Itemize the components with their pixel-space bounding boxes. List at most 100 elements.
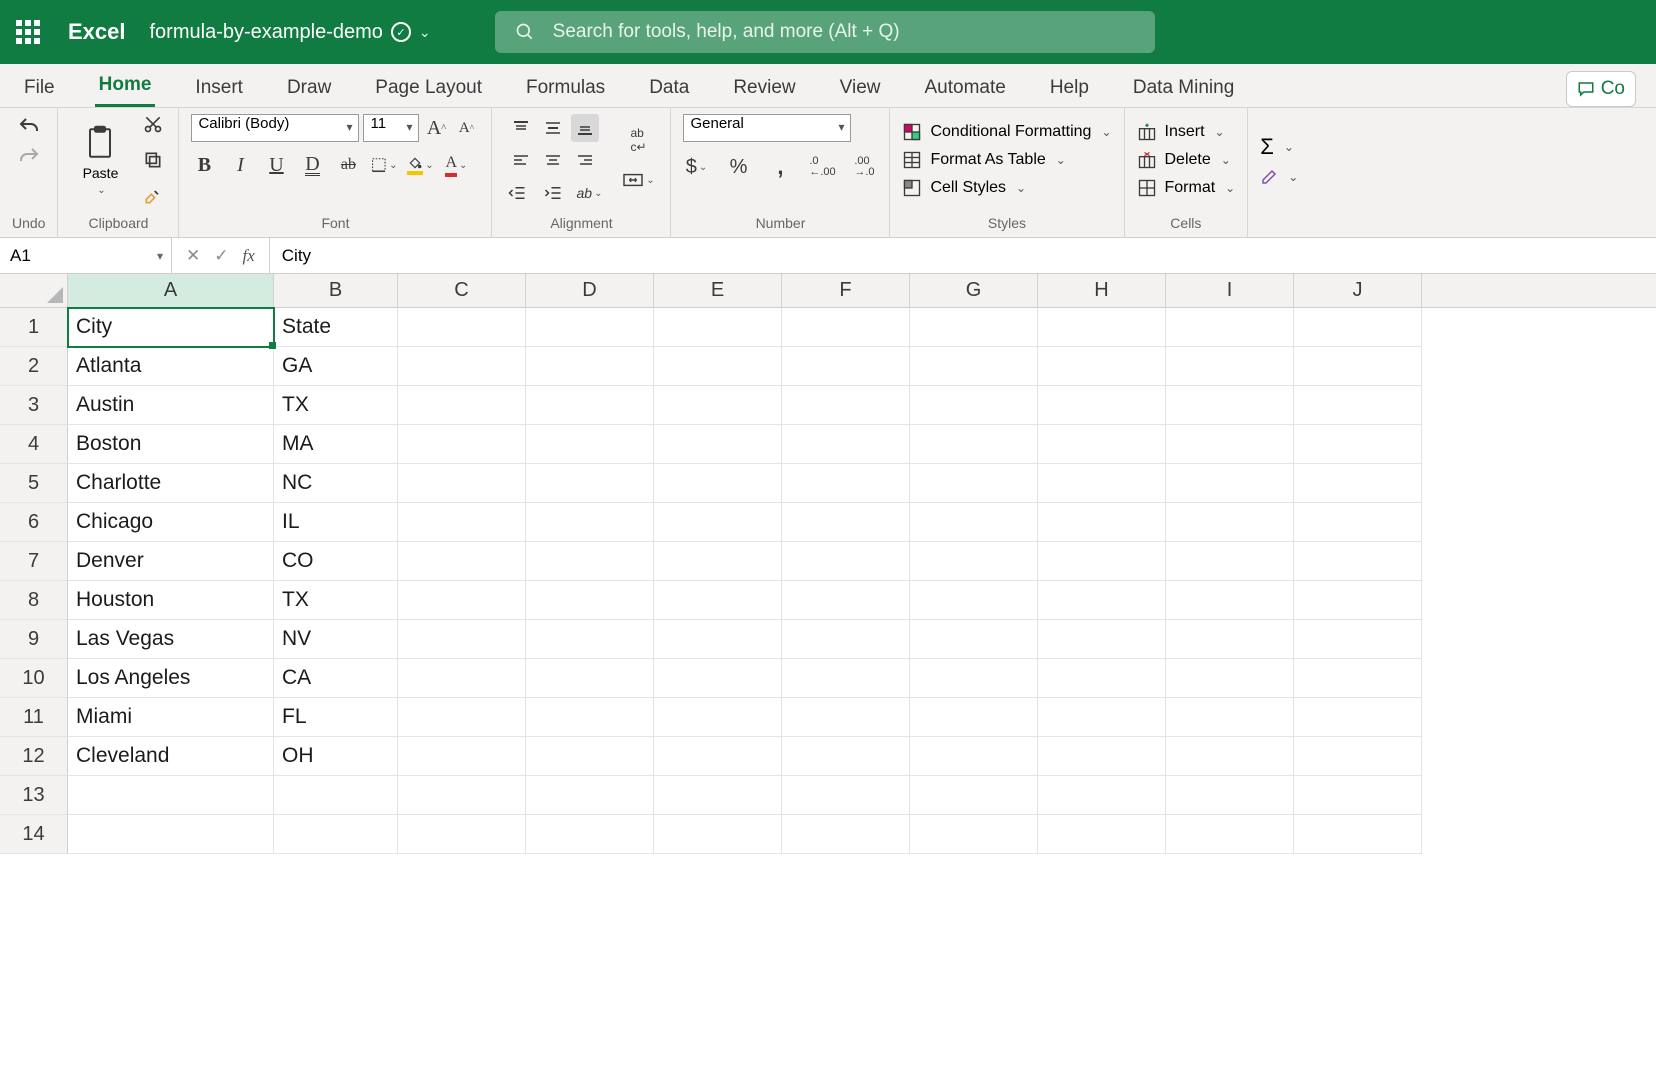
cut-button[interactable] [140,111,166,137]
cell-j12[interactable] [1294,737,1422,776]
app-launcher[interactable] [12,16,44,48]
cell-h13[interactable] [1038,776,1166,815]
name-box[interactable]: A1 [0,238,172,273]
cell-c10[interactable] [398,659,526,698]
double-underline-button[interactable]: D [299,152,325,178]
cell-d3[interactable] [526,386,654,425]
cell-e5[interactable] [654,464,782,503]
cell-a9[interactable]: Las Vegas [68,620,274,659]
cell-j13[interactable] [1294,776,1422,815]
cell-c13[interactable] [398,776,526,815]
italic-button[interactable]: I [227,152,253,178]
font-color-button[interactable]: A⌄ [443,152,469,178]
row-header[interactable]: 12 [0,737,68,776]
cell-j10[interactable] [1294,659,1422,698]
cell-h5[interactable] [1038,464,1166,503]
align-top-button[interactable] [507,114,535,142]
align-center-button[interactable] [539,146,567,174]
cell-f4[interactable] [782,425,910,464]
format-as-table-button[interactable]: Format As Table⌄ [902,150,1111,170]
align-right-button[interactable] [571,146,599,174]
column-header-d[interactable]: D [526,274,654,307]
cell-g1[interactable] [910,308,1038,347]
redo-button[interactable] [16,144,42,170]
cell-c3[interactable] [398,386,526,425]
cell-g7[interactable] [910,542,1038,581]
wrap-text-button[interactable]: abc↵ [618,127,658,153]
conditional-formatting-button[interactable]: Conditional Formatting⌄ [902,122,1111,142]
column-header-c[interactable]: C [398,274,526,307]
cell-f9[interactable] [782,620,910,659]
cell-d12[interactable] [526,737,654,776]
cell-b3[interactable]: TX [274,386,398,425]
tab-file[interactable]: File [20,67,59,107]
cell-f1[interactable] [782,308,910,347]
cell-e7[interactable] [654,542,782,581]
cell-c8[interactable] [398,581,526,620]
cell-j7[interactable] [1294,542,1422,581]
row-header[interactable]: 8 [0,581,68,620]
decrease-indent-button[interactable] [504,180,530,206]
tab-data-mining[interactable]: Data Mining [1129,67,1238,107]
cell-h7[interactable] [1038,542,1166,581]
row-header[interactable]: 7 [0,542,68,581]
cell-e1[interactable] [654,308,782,347]
align-bottom-button[interactable] [571,114,599,142]
cell-b11[interactable]: FL [274,698,398,737]
tab-review[interactable]: Review [729,67,799,107]
number-format-select[interactable]: General [683,114,851,142]
enter-formula-button[interactable]: ✓ [214,246,228,266]
strikethrough-button[interactable]: ab [335,152,361,178]
cell-styles-button[interactable]: Cell Styles⌄ [902,178,1111,198]
row-header[interactable]: 6 [0,503,68,542]
cell-i1[interactable] [1166,308,1294,347]
copy-button[interactable] [140,147,166,173]
cell-a13[interactable] [68,776,274,815]
cell-h14[interactable] [1038,815,1166,854]
cell-h3[interactable] [1038,386,1166,425]
cell-c4[interactable] [398,425,526,464]
autosum-button[interactable]: Σ⌄ [1260,134,1298,160]
cell-d9[interactable] [526,620,654,659]
comma-format-button[interactable]: , [767,154,793,180]
column-header-e[interactable]: E [654,274,782,307]
cell-d6[interactable] [526,503,654,542]
cell-e12[interactable] [654,737,782,776]
cell-c14[interactable] [398,815,526,854]
cell-d1[interactable] [526,308,654,347]
tab-draw[interactable]: Draw [283,67,335,107]
cell-a5[interactable]: Charlotte [68,464,274,503]
tab-page-layout[interactable]: Page Layout [371,67,486,107]
row-header[interactable]: 4 [0,425,68,464]
cell-e10[interactable] [654,659,782,698]
column-header-h[interactable]: H [1038,274,1166,307]
cell-f3[interactable] [782,386,910,425]
format-painter-button[interactable] [140,183,166,209]
underline-button[interactable]: U [263,152,289,178]
cell-f7[interactable] [782,542,910,581]
tab-automate[interactable]: Automate [920,67,1009,107]
cell-e3[interactable] [654,386,782,425]
cell-h11[interactable] [1038,698,1166,737]
align-left-button[interactable] [507,146,535,174]
select-all-corner[interactable] [0,274,68,307]
cell-a1[interactable]: City [68,308,274,347]
tab-view[interactable]: View [836,67,885,107]
cell-i10[interactable] [1166,659,1294,698]
cell-c7[interactable] [398,542,526,581]
row-header[interactable]: 3 [0,386,68,425]
cell-c11[interactable] [398,698,526,737]
cell-h8[interactable] [1038,581,1166,620]
cell-d2[interactable] [526,347,654,386]
cell-b12[interactable]: OH [274,737,398,776]
cell-f12[interactable] [782,737,910,776]
row-header[interactable]: 2 [0,347,68,386]
accounting-format-button[interactable]: $⌄ [683,154,709,180]
cell-a14[interactable] [68,815,274,854]
cell-b7[interactable]: CO [274,542,398,581]
orientation-button[interactable]: ab⌄ [576,180,602,206]
grow-font-button[interactable]: A^ [423,115,449,141]
cell-f10[interactable] [782,659,910,698]
bold-button[interactable]: B [191,152,217,178]
cell-f6[interactable] [782,503,910,542]
